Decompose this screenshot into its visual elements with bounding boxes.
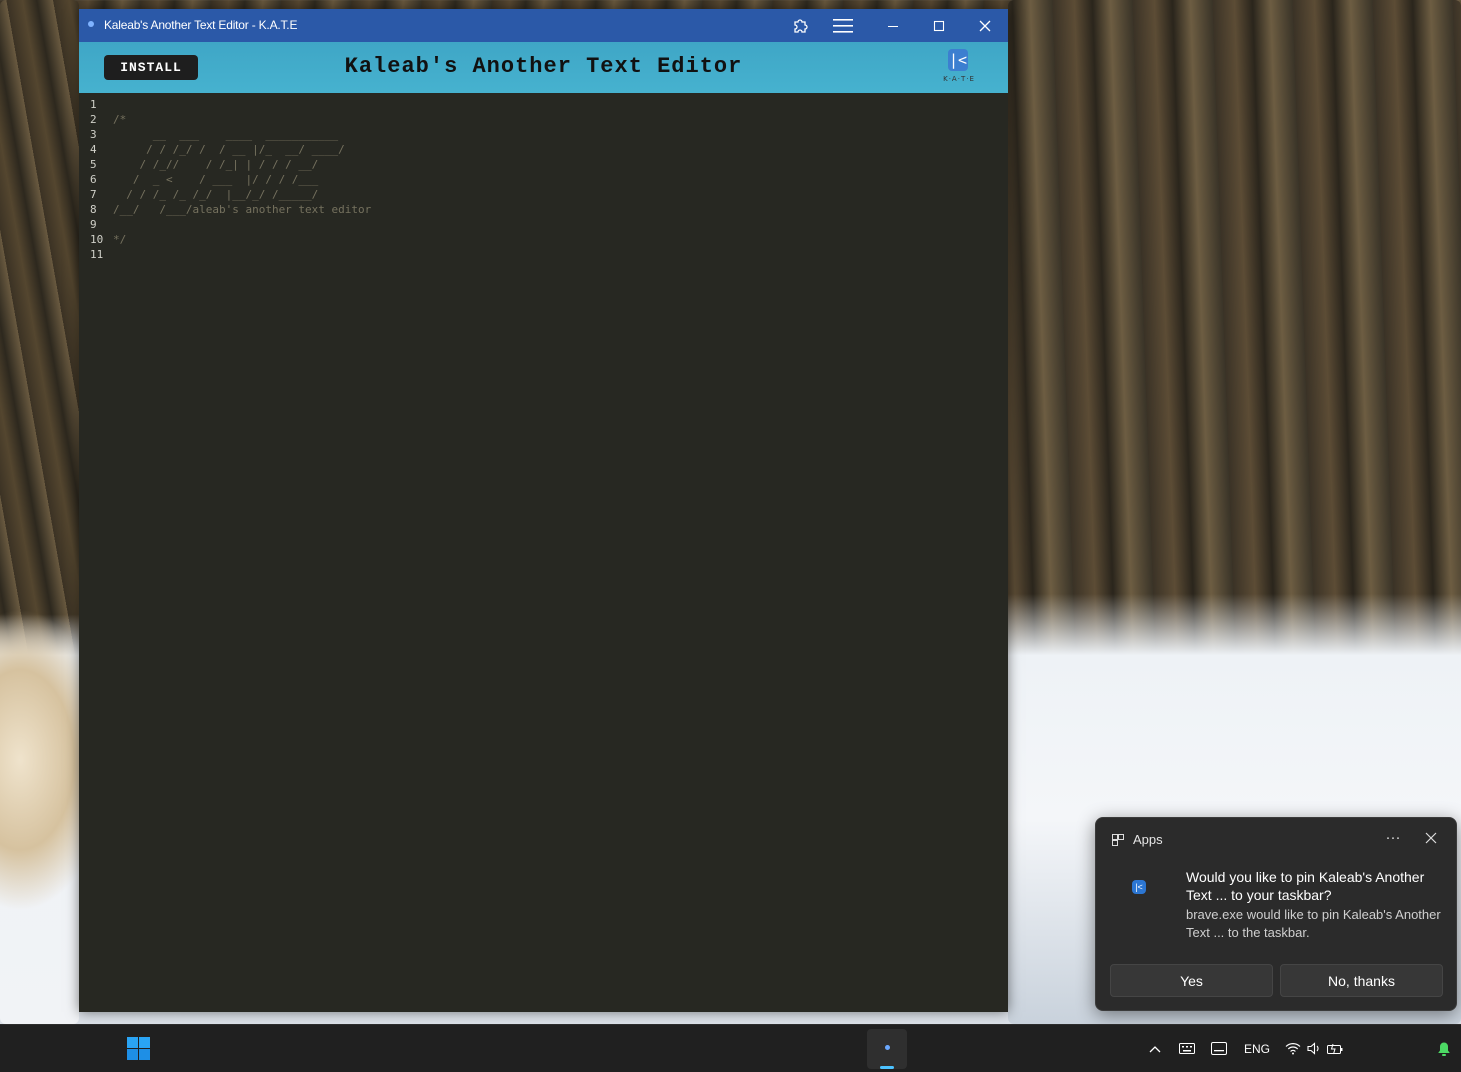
pin-notification: Apps ··· |< Would you like to pin Kaleab… [1095,817,1457,1011]
window-title: Kaleab's Another Text Editor - K.A.T.E [104,18,298,32]
line-number: 4 [90,143,97,156]
close-icon [979,20,991,31]
input-indicator-button[interactable] [1208,1025,1230,1072]
chevron-up-icon [1149,1045,1161,1052]
running-indicator [880,1066,894,1069]
line-number: 5 [90,158,97,171]
hamburger-icon [833,18,853,33]
keyboard-icon [1179,1043,1195,1054]
line-text: /* [113,113,127,126]
menu-button[interactable] [823,9,863,42]
battery-icon [1327,1043,1343,1054]
wallpaper-left [0,0,79,1024]
minimize-icon [888,25,898,27]
code-editor[interactable]: 1 2 /* 3 __ ___ ____ ___________ 4 / / /_… [79,93,1008,1012]
line-text: / _ < / ___ |/ / / /___ [113,173,319,186]
maximize-icon [933,20,945,31]
extensions-button[interactable] [780,9,820,42]
no-thanks-button[interactable]: No, thanks [1280,964,1443,997]
title-bar: Kaleab's Another Text Editor - K.A.T.E [79,9,1008,42]
line-text: / / /_ /_ /_/ |__/_/ /_____/ [113,188,319,201]
line-text: /__/ /___/aleab's another text editor [113,203,372,216]
notification-title: Would you like to pin Kaleab's Another T… [1186,869,1425,903]
more-options-button[interactable]: ··· [1381,826,1405,850]
app-title: Kaleab's Another Text Editor [344,54,743,79]
windows-icon [127,1037,150,1060]
line-number: 8 [90,203,97,216]
taskbar-app-kate[interactable] [867,1029,907,1069]
line-text: / / /_/ / / __ |/_ __/ ____/ [113,143,345,156]
line-text: / /_// / /_| | / / / __/ [113,158,319,171]
line-number: 1 [90,98,97,111]
line-text: __ ___ ____ ___________ [113,128,339,141]
maximize-button[interactable] [919,9,959,42]
taskbar: ENG [0,1024,1461,1072]
minimize-button[interactable] [873,9,913,42]
start-button[interactable] [127,1037,150,1060]
notification-close-button[interactable] [1419,826,1443,850]
yes-button[interactable]: Yes [1110,964,1273,997]
browser-window: Kaleab's Another Text Editor - K.A.T.E I… [79,9,1008,1012]
apps-icon [1112,834,1124,846]
line-number: 3 [90,128,97,141]
pen-tablet-icon [1211,1042,1227,1055]
logo-mark: |< [948,49,968,71]
puzzle-icon [794,18,808,33]
line-number: 9 [90,218,97,231]
show-hidden-icons-button[interactable] [1145,1025,1165,1072]
kate-logo: |< K·A·T·E [939,47,979,87]
notification-app-name: Apps [1133,832,1163,847]
app-header: INSTALL Kaleab's Another Text Editor |< … [79,42,1008,93]
notification-body: brave.exe would like to pin Kaleab's Ano… [1186,907,1441,940]
bell-icon [1438,1042,1450,1056]
line-number: 7 [90,188,97,201]
line-number: 2 [90,113,97,126]
line-number: 11 [90,248,104,261]
kate-app-icon: |< [1132,880,1146,894]
touch-keyboard-button[interactable] [1176,1025,1198,1072]
line-text: */ [113,233,127,246]
app-icon [88,21,94,27]
logo-text: K·A·T·E [943,75,975,83]
volume-icon [1307,1042,1319,1055]
notification-center-button[interactable] [1432,1025,1456,1072]
wifi-icon [1285,1043,1301,1055]
quick-settings-button[interactable] [1284,1025,1344,1072]
line-number: 10 [90,233,104,246]
close-button[interactable] [965,9,1005,42]
line-number: 6 [90,173,97,186]
app-icon [885,1045,890,1050]
close-icon [1425,832,1437,844]
language-indicator[interactable]: ENG [1240,1025,1274,1072]
